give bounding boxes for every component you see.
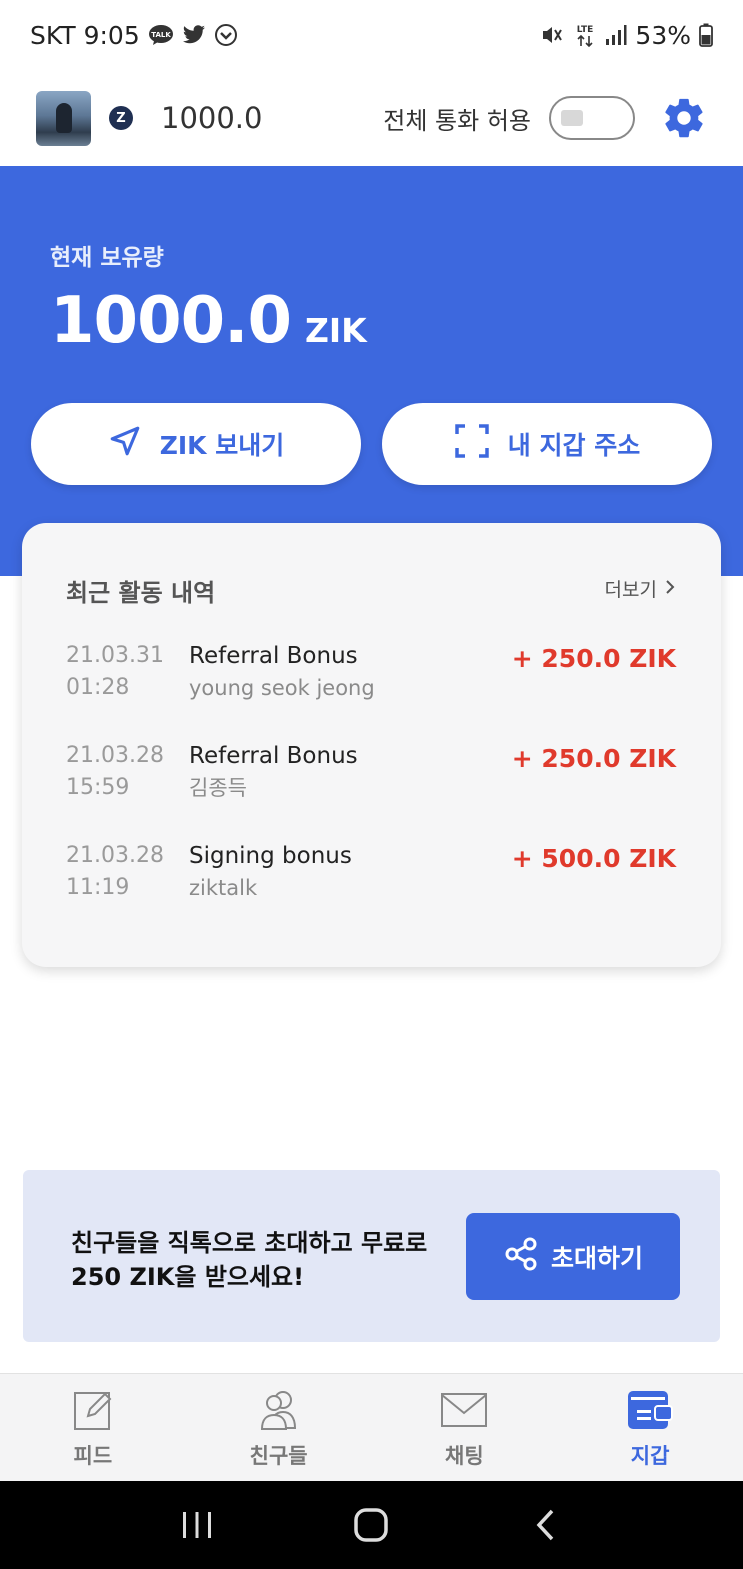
lte-icon: LTE [573, 22, 597, 48]
system-nav-bar [0, 1481, 743, 1569]
holding-label: 현재 보유량 [50, 245, 164, 271]
friends-icon [254, 1388, 304, 1432]
battery-icon [699, 23, 713, 47]
status-left: SKT 9:05 TALK [30, 21, 238, 50]
send-zik-button[interactable]: ZIK 보내기 [31, 403, 361, 485]
toggle-knob [561, 110, 583, 126]
wallet-address-label: 내 지갑 주소 [507, 431, 641, 460]
signal-icon [605, 24, 627, 46]
back-icon[interactable] [516, 1495, 576, 1555]
invite-message-line2: 250 ZIK을 받으세요! [71, 1263, 305, 1291]
send-arrow-icon [108, 424, 142, 464]
twitter-notification-icon [182, 25, 206, 45]
nav-label-feed: 피드 [73, 1444, 113, 1468]
mute-icon [541, 24, 565, 46]
zik-coin-icon: Z [109, 106, 133, 130]
svg-text:LTE: LTE [577, 25, 594, 35]
activity-subtitle: ziktalk [189, 876, 258, 900]
avatar[interactable] [36, 90, 91, 146]
nav-label-wallet: 지갑 [630, 1444, 670, 1468]
svg-text:TALK: TALK [151, 31, 171, 39]
edit-icon [68, 1388, 118, 1432]
recent-activity-title: 최근 활동 내역 [66, 579, 216, 607]
bottom-nav: 피드 친구들 채팅 지갑 [0, 1373, 743, 1481]
allow-all-calls-label: 전체 통화 허용 [383, 106, 531, 135]
activity-date: 21.03.31 01:28 [66, 640, 176, 704]
settings-gear-icon[interactable] [661, 95, 707, 141]
header-balance: 1000.0 [161, 101, 263, 135]
activity-date-day: 21.03.28 [66, 843, 164, 868]
status-bar: SKT 9:05 TALK LTE 53% [0, 0, 743, 70]
invite-message: 친구들을 직톡으로 초대하고 무료로 250 ZIK을 받으세요! [71, 1226, 427, 1294]
activity-item: 21.03.31 01:28 Referral Bonus young seok… [66, 640, 676, 710]
activity-subtitle: 김종득 [189, 776, 247, 800]
activity-date-time: 11:19 [66, 875, 130, 900]
status-right: LTE 53% [541, 21, 713, 50]
activity-amount: + 500.0 ZIK [511, 844, 676, 873]
nav-item-friends[interactable]: 친구들 [186, 1374, 372, 1481]
invite-banner: 친구들을 직톡으로 초대하고 무료로 250 ZIK을 받으세요! 초대하기 [23, 1170, 720, 1342]
download-notification-icon [214, 23, 238, 47]
clock: 9:05 [83, 20, 140, 50]
app-header: Z 1000.0 전체 통화 허용 [0, 70, 743, 166]
activity-date-day: 21.03.31 [66, 643, 164, 668]
activity-date-time: 15:59 [66, 775, 130, 800]
mail-icon [439, 1388, 489, 1432]
battery-percent: 53% [635, 20, 691, 50]
activity-item: 21.03.28 11:19 Signing bonus ziktalk + 5… [66, 840, 676, 910]
nav-item-feed[interactable]: 피드 [0, 1374, 186, 1481]
activity-date-time: 01:28 [66, 675, 130, 700]
send-zik-label: ZIK 보내기 [159, 431, 285, 460]
invite-message-line1: 친구들을 직톡으로 초대하고 무료로 [71, 1229, 428, 1257]
activity-date: 21.03.28 15:59 [66, 740, 176, 804]
talk-notification-icon: TALK [148, 24, 174, 46]
wallet-icon [625, 1388, 675, 1432]
activity-title: Referral Bonus [189, 743, 358, 769]
wallet-address-button[interactable]: 내 지갑 주소 [382, 403, 712, 485]
scan-frame-icon [454, 423, 490, 465]
nav-item-chat[interactable]: 채팅 [372, 1374, 558, 1481]
holding-unit: ZIK [304, 311, 367, 350]
carrier: SKT [30, 20, 76, 50]
activity-amount: + 250.0 ZIK [511, 644, 676, 673]
activity-title: Signing bonus [189, 843, 352, 869]
share-icon [503, 1236, 539, 1278]
activity-title: Referral Bonus [189, 643, 358, 669]
nav-label-friends: 친구들 [249, 1444, 308, 1468]
chevron-right-icon [665, 578, 675, 600]
recent-apps-icon[interactable] [167, 1495, 227, 1555]
nav-label-chat: 채팅 [445, 1444, 484, 1468]
activity-amount: + 250.0 ZIK [511, 744, 676, 773]
activity-date-day: 21.03.28 [66, 743, 164, 768]
holding-value: 1000.0 [50, 284, 292, 358]
activity-item: 21.03.28 15:59 Referral Bonus 김종득 + 250.… [66, 740, 676, 810]
nav-item-wallet[interactable]: 지갑 [557, 1374, 743, 1481]
invite-button[interactable]: 초대하기 [466, 1213, 680, 1300]
holding-amount: 1000.0 ZIK [50, 284, 367, 358]
allow-all-calls-toggle[interactable] [549, 96, 635, 140]
recent-activity-card: 최근 활동 내역 더보기 21.03.31 01:28 Referral Bon… [22, 523, 721, 967]
activity-date: 21.03.28 11:19 [66, 840, 176, 904]
see-more-link[interactable]: 더보기 [605, 575, 675, 602]
home-icon[interactable] [341, 1495, 401, 1555]
invite-button-label: 초대하기 [550, 1243, 643, 1273]
balance-banner: 현재 보유량 1000.0 ZIK ZIK 보내기 내 지갑 주소 [0, 166, 743, 576]
activity-subtitle: young seok jeong [189, 676, 375, 700]
see-more-label: 더보기 [604, 579, 657, 601]
